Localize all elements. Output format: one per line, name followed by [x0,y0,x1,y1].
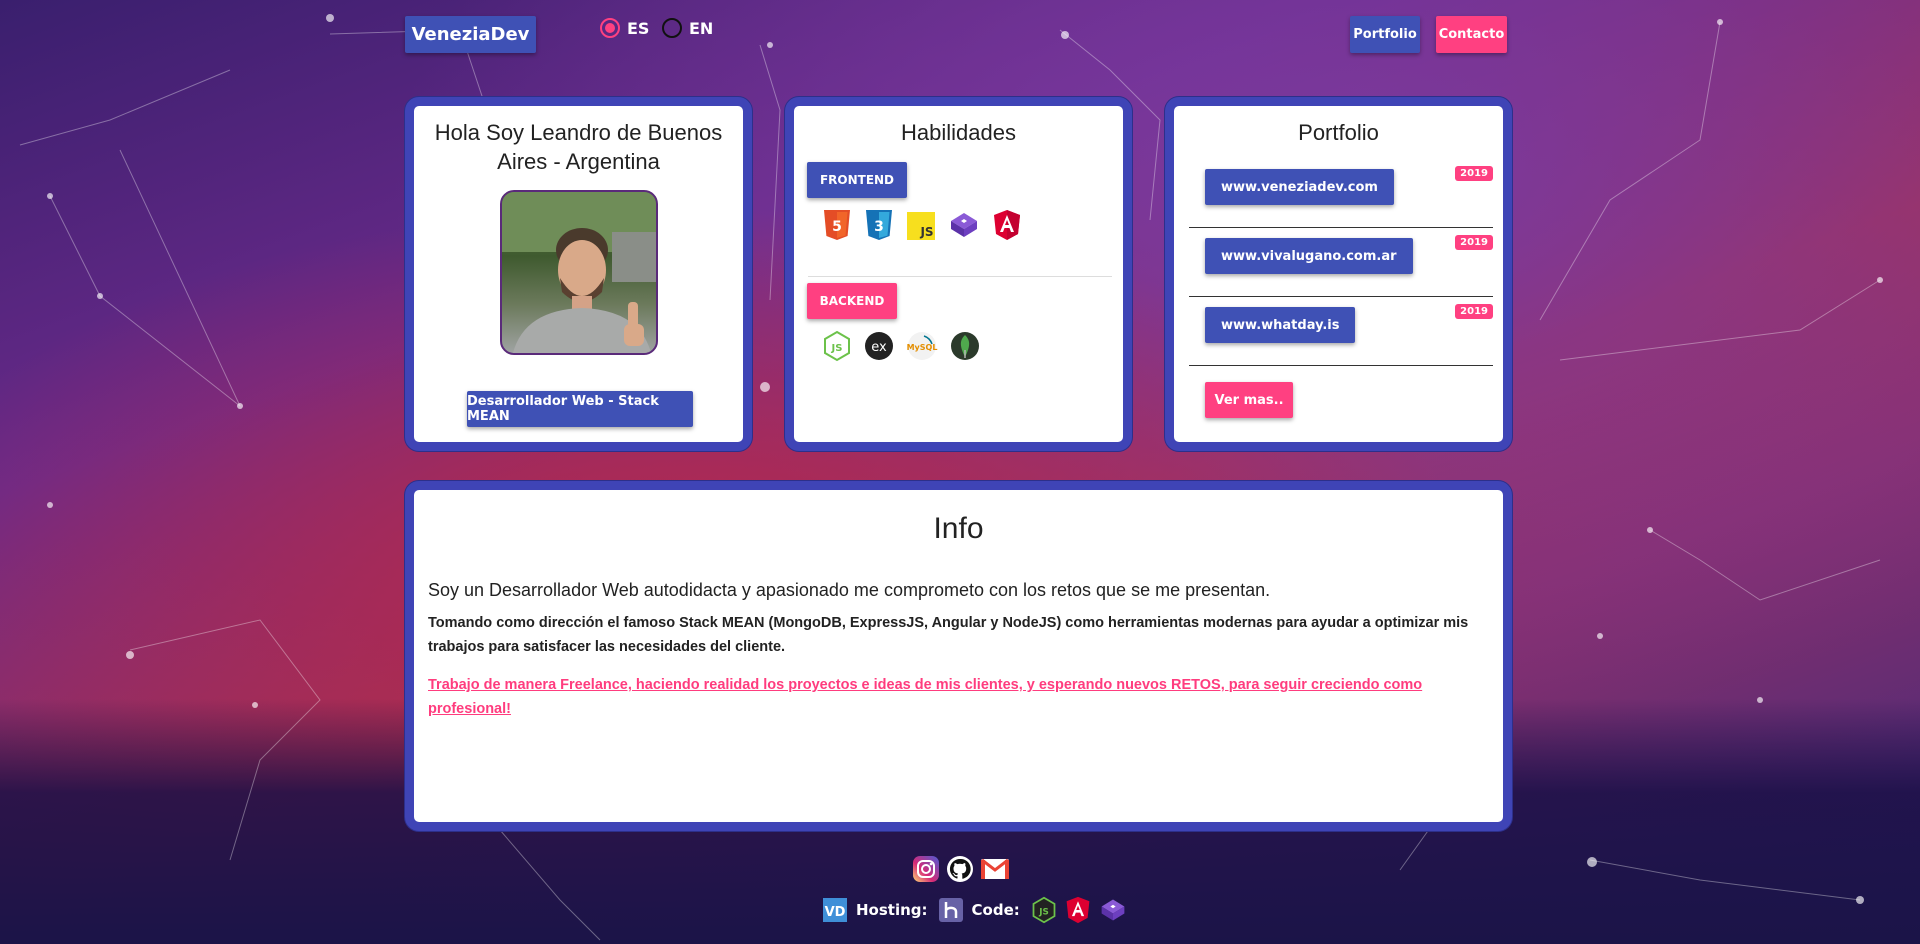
veneziadev-logo-icon: VD [823,898,847,922]
portfolio-item: www.veneziadev.com 2019 [1189,159,1493,228]
angular-icon [1066,896,1090,924]
portfolio-item: www.whatday.is 2019 [1189,297,1493,366]
skills-title: Habilidades [901,120,1016,145]
instagram-icon[interactable] [912,855,940,883]
info-title: Info [933,512,984,545]
profile-card: Hola Soy Leandro de Buenos Aires - Argen… [405,97,752,451]
info-lead-text: Soy un Desarrollador Web autodidacta y a… [428,580,1271,600]
language-label-es: ES [627,18,650,38]
html5-icon: 5 [824,210,850,240]
portfolio-title: Portfolio [1298,120,1379,145]
radio-en[interactable] [662,18,682,38]
svg-text:ex: ex [871,340,887,355]
info-body-text: Tomando como dirección el famoso Stack M… [428,615,1469,655]
svg-text:3: 3 [874,219,884,235]
nodejs-icon: JS [824,330,850,362]
see-more-button[interactable]: Ver mas.. [1205,382,1293,418]
svg-text:JS: JS [1038,907,1049,917]
svg-text:5: 5 [832,219,842,235]
social-links [912,855,1010,883]
portfolio-link-veneziadev[interactable]: www.veneziadev.com [1205,169,1394,205]
portfolio-link-whatday[interactable]: www.whatday.is [1205,307,1356,343]
svg-text:JS: JS [831,343,843,354]
bootstrap-icon [1101,899,1125,921]
code-label: Code: [971,901,1020,919]
skills-card: Habilidades FRONTEND 5 3 JS BACKEND JS e… [785,97,1132,451]
year-badge: 2019 [1455,166,1493,181]
profile-title: Hola Soy Leandro de Buenos Aires - Argen… [434,120,723,174]
heroku-icon[interactable] [938,897,964,923]
svg-text:VD: VD [825,905,846,920]
portfolio-item: www.vivalugano.com.ar 2019 [1189,228,1493,297]
css3-icon: 3 [866,210,892,240]
svg-text:JS: JS [919,225,933,239]
hosting-label: Hosting: [856,901,928,919]
info-card: Info Soy un Desarrollador Web autodidact… [405,481,1512,831]
brand-logo-button[interactable]: VeneziaDev [405,16,536,53]
year-badge: 2019 [1455,304,1493,319]
mongodb-icon [951,332,979,360]
portfolio-link-vivalugano[interactable]: www.vivalugano.com.ar [1205,238,1413,274]
footer-credits: VD Hosting: Code: JS [822,896,1128,924]
svg-text:MySQL: MySQL [907,343,938,352]
gmail-icon[interactable] [980,855,1010,883]
backend-button[interactable]: BACKEND [807,283,897,319]
year-badge: 2019 [1455,235,1493,250]
github-icon[interactable] [946,855,974,883]
angular-icon [994,210,1020,240]
portfolio-card: Portfolio www.veneziadev.com 2019 www.vi… [1165,97,1512,451]
nodejs-icon: JS [1032,896,1056,924]
skills-divider [808,276,1112,277]
profile-photo [500,190,658,355]
language-label-en: EN [689,18,714,38]
javascript-icon: JS [907,212,935,240]
nav-portfolio-button[interactable]: Portfolio [1350,16,1420,53]
bootstrap-icon [951,213,977,237]
freelance-link[interactable]: Trabajo de manera Freelance, haciendo re… [428,673,1488,721]
role-button[interactable]: Desarrollador Web - Stack MEAN [467,391,693,427]
radio-es[interactable] [600,18,620,38]
language-option-es[interactable]: ES [600,18,649,38]
frontend-button[interactable]: FRONTEND [807,162,907,198]
language-option-en[interactable]: EN [662,18,713,38]
express-icon: ex [865,332,893,360]
nav-contact-button[interactable]: Contacto [1436,16,1507,53]
mysql-icon: MySQL [907,332,938,360]
